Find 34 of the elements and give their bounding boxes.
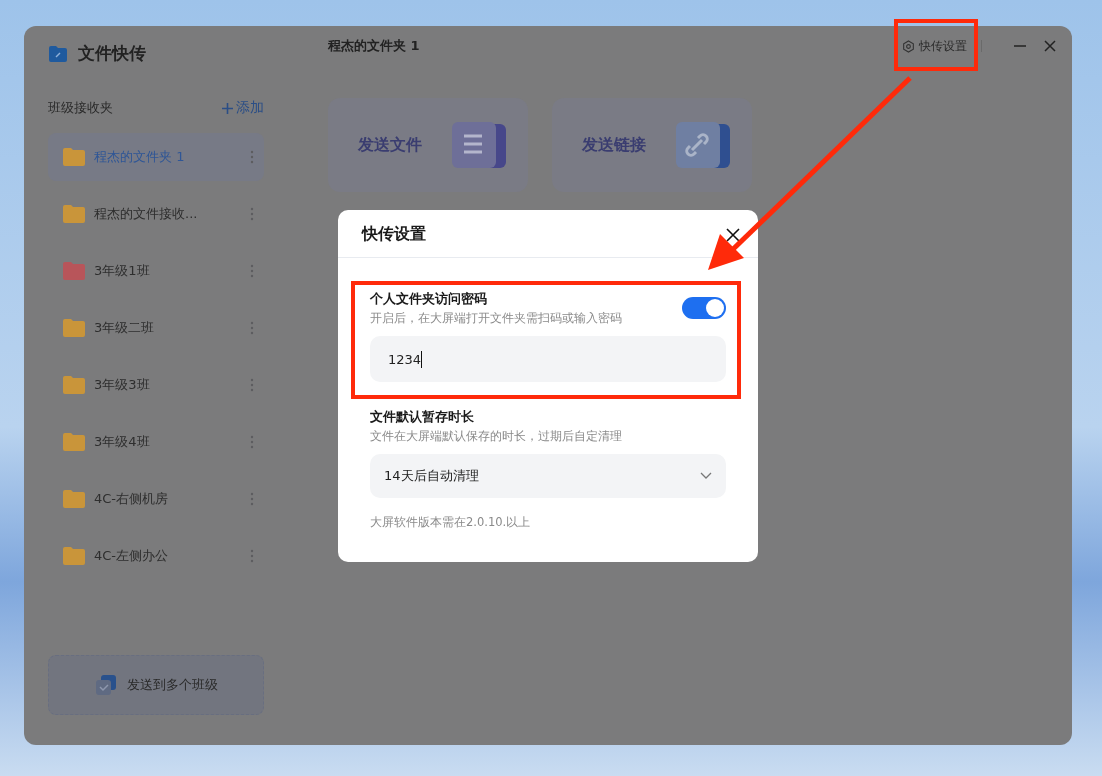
- plus-icon: [222, 102, 233, 114]
- sidebar-item[interactable]: 4C-左侧办公: [48, 532, 264, 580]
- sidebar-item[interactable]: 3年级二班: [48, 304, 264, 352]
- checkbox-stack-icon: [94, 674, 117, 696]
- app-title: 文件快传: [78, 42, 146, 65]
- setting-label: 个人文件夹访问密码: [370, 290, 488, 308]
- password-field[interactable]: 1234: [370, 336, 726, 382]
- chevron-down-icon: [700, 472, 712, 480]
- sidebar-item[interactable]: 3年级1班: [48, 247, 264, 295]
- sidebar-item[interactable]: 4C-右侧机房: [48, 475, 264, 523]
- folder-title: 程杰的文件夹 1: [328, 37, 420, 55]
- action-card[interactable]: 发送链接: [552, 98, 752, 192]
- sidebar-item[interactable]: 3年级4班: [48, 418, 264, 466]
- close-icon[interactable]: [726, 227, 740, 242]
- sidebar-item[interactable]: 程杰的文件夹 1: [48, 133, 264, 181]
- setting-label: 文件默认暂存时长: [370, 408, 475, 426]
- sidebar-item[interactable]: 3年级3班: [48, 361, 264, 409]
- dialog-title: 快传设置: [362, 224, 426, 245]
- section-heading: 班级接收夹: [48, 99, 113, 117]
- action-card[interactable]: 发送文件: [328, 98, 528, 192]
- version-note: 大屏软件版本需在2.0.10.以上: [370, 515, 532, 530]
- folder-icon: [48, 44, 68, 63]
- retention-dropdown[interactable]: 14天后自动清理: [370, 454, 726, 498]
- link-icon: [674, 120, 732, 170]
- setting-hint: 开启后，在大屏端打开文件夹需扫码或输入密码: [370, 311, 622, 326]
- settings-button[interactable]: 快传设置: [902, 37, 967, 55]
- sidebar-item[interactable]: 程杰的文件接收...: [48, 190, 264, 238]
- setting-hint: 文件在大屏端默认保存的时长，过期后自定清理: [370, 429, 623, 444]
- settings-icon: [902, 39, 915, 53]
- send-multiple-button[interactable]: 发送到多个班级: [48, 655, 264, 715]
- more-icon[interactable]: [250, 150, 254, 164]
- document-stack-icon: [450, 120, 508, 170]
- password-toggle[interactable]: [682, 297, 726, 319]
- add-link[interactable]: 添加: [222, 99, 264, 117]
